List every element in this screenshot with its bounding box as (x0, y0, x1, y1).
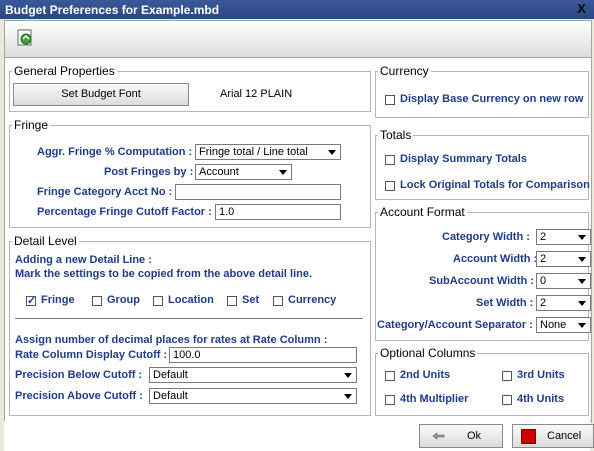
post-fringes-select[interactable]: Account (195, 164, 292, 180)
account-width-label: Account Width : (453, 253, 538, 265)
detail-level-legend: Detail Level (14, 234, 77, 248)
precision-below-value: Default (153, 369, 188, 381)
separator-select[interactable]: None (536, 317, 591, 333)
chevron-down-icon (342, 389, 356, 403)
optional-columns-group: Optional Columns (375, 346, 589, 416)
display-summary-totals-label: Display Summary Totals (400, 153, 527, 165)
chevron-down-icon (342, 368, 356, 382)
ok-icon (432, 429, 446, 446)
rate-cutoff-label: Rate Column Display Cutoff : (15, 349, 168, 361)
location-checkbox[interactable] (153, 296, 163, 306)
fourth-multiplier-label: 4th Multiplier (400, 393, 469, 405)
fourth-multiplier-checkbox[interactable] (385, 395, 395, 405)
window-title: Budget Preferences for Example.mbd (5, 3, 220, 17)
subaccount-width-value: 0 (540, 275, 547, 287)
fringe-legend: Fringe (14, 118, 49, 132)
chevron-down-icon (576, 296, 590, 310)
display-summary-totals-checkbox[interactable] (385, 155, 395, 165)
second-units-label: 2nd Units (400, 369, 451, 381)
third-units-checkbox[interactable] (502, 371, 512, 381)
set-budget-font-button[interactable]: Set Budget Font (13, 83, 189, 106)
category-width-value: 2 (540, 231, 547, 243)
lock-original-totals-label: Lock Original Totals for Comparison (400, 179, 590, 191)
fringe-checkbox-label: Fringe (41, 294, 75, 306)
currency-checkbox-label: Currency (288, 294, 337, 306)
account-width-select[interactable]: 2 (536, 251, 591, 267)
cancel-label: Cancel (547, 430, 582, 442)
chevron-down-icon (576, 318, 590, 332)
chevron-down-icon (576, 274, 590, 288)
cancel-button[interactable]: Cancel (512, 424, 594, 448)
precision-below-label: Precision Below Cutoff : (15, 369, 143, 381)
account-format-legend: Account Format (380, 205, 465, 219)
category-width-label: Category Width : (442, 231, 530, 243)
currency-group: Currency (375, 64, 589, 118)
set-width-label: Set Width : (476, 297, 534, 309)
precision-below-select[interactable]: Default (149, 367, 357, 383)
aggr-fringe-value: Fringe total / Line total (199, 146, 308, 158)
fringe-cutoff-label: Percentage Fringe Cutoff Factor : (37, 206, 212, 218)
post-fringes-label: Post Fringes by : (104, 166, 194, 178)
aggr-fringe-label: Aggr. Fringe % Computation : (37, 146, 193, 158)
precision-above-select[interactable]: Default (149, 388, 357, 404)
subaccount-width-label: SubAccount Width : (429, 275, 534, 287)
set-checkbox[interactable] (227, 296, 237, 306)
separator-label: Category/Account Separator : (377, 319, 533, 331)
rate-intro: Assign number of decimal places for rate… (15, 334, 328, 346)
fourth-units-checkbox[interactable] (502, 395, 512, 405)
fringe-category-label: Fringe Category Acct No : (37, 186, 173, 198)
dialog-button-bar: Ok Cancel (4, 421, 594, 451)
fringe-checkbox[interactable] (26, 294, 36, 307)
currency-checkbox[interactable] (273, 296, 283, 306)
group-checkbox[interactable] (92, 296, 102, 306)
ok-label: Ok (467, 430, 482, 442)
fringe-cutoff-input[interactable]: 1.0 (215, 204, 341, 220)
ok-button[interactable]: Ok (419, 424, 503, 448)
budget-font-value: Arial 12 PLAIN (220, 88, 293, 100)
chevron-down-icon (277, 165, 291, 179)
preferences-panel: General Properties Set Budget Font Arial… (4, 57, 592, 422)
stop-icon (521, 429, 536, 444)
category-width-select[interactable]: 2 (536, 229, 591, 245)
separator-value: None (540, 319, 567, 331)
location-checkbox-label: Location (168, 294, 214, 306)
group-checkbox-label: Group (107, 294, 140, 306)
fourth-units-label: 4th Units (517, 393, 565, 405)
general-properties-legend: General Properties (14, 64, 115, 78)
display-base-currency-checkbox[interactable] (385, 95, 395, 105)
set-width-select[interactable]: 2 (536, 295, 591, 311)
account-width-value: 2 (540, 253, 547, 265)
post-fringes-value: Account (199, 166, 239, 178)
precision-above-value: Default (153, 390, 188, 402)
set-width-value: 2 (540, 297, 547, 309)
optional-columns-legend: Optional Columns (380, 346, 476, 360)
precision-above-label: Precision Above Cutoff : (15, 390, 143, 402)
fringe-category-input[interactable] (175, 184, 341, 200)
chevron-down-icon (326, 145, 340, 159)
third-units-label: 3rd Units (517, 369, 565, 381)
totals-legend: Totals (380, 128, 412, 142)
chevron-down-icon (576, 230, 590, 244)
detail-intro-2: Mark the settings to be copied from the … (15, 268, 313, 280)
chevron-down-icon (576, 252, 590, 266)
refresh-icon[interactable] (15, 28, 35, 48)
display-base-currency-label: Display Base Currency on new row (400, 93, 584, 105)
close-button[interactable]: X (574, 1, 589, 16)
rate-cutoff-input[interactable]: 100.0 (169, 347, 357, 363)
title-bar: Budget Preferences for Example.mbd X (0, 0, 594, 19)
aggr-fringe-select[interactable]: Fringe total / Line total (195, 144, 341, 160)
subaccount-width-select[interactable]: 0 (536, 273, 591, 289)
detail-intro-1: Adding a new Detail Line : (15, 254, 152, 266)
toolbar (4, 20, 592, 58)
divider (15, 318, 363, 319)
second-units-checkbox[interactable] (385, 371, 395, 381)
set-checkbox-label: Set (242, 294, 260, 306)
lock-original-totals-checkbox[interactable] (385, 181, 395, 191)
currency-legend: Currency (380, 64, 429, 78)
